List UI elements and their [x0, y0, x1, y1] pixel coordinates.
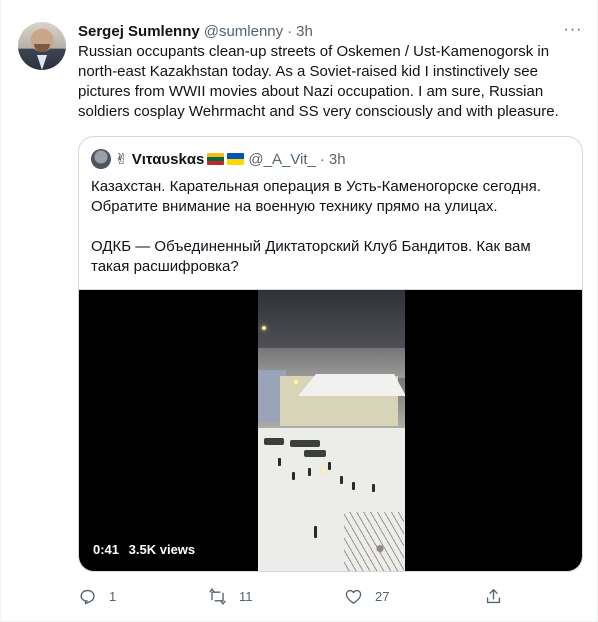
video-street-light [322, 468, 326, 472]
video-frame [258, 290, 405, 571]
retweet-count: 11 [239, 588, 253, 604]
tweet-actions: 1 11 27 [78, 582, 583, 610]
quoted-tweet[interactable]: ✌ Vιταυskαs @_A_Vit_ · 3h Казахстан. Кар… [78, 136, 583, 572]
video-street-light [294, 380, 298, 384]
video-military-vehicle [304, 450, 326, 457]
header-separator: · [287, 22, 293, 40]
author-handle[interactable]: @sumlenny [204, 23, 283, 40]
quoted-paragraph-2: ОДКБ — Объединенный Диктаторский Клуб Ба… [91, 238, 531, 275]
tweet-header: Sergej Sumlenny @sumlenny · 3h [78, 21, 313, 41]
video-views: 3.5K views [128, 542, 196, 557]
avatar-collar [37, 55, 47, 70]
reply-count: 1 [109, 588, 117, 604]
lithuania-flag-icon [207, 153, 225, 165]
video-military-vehicle [264, 438, 284, 445]
tweet-text: Russian occupants clean-up streets of Os… [78, 43, 559, 120]
quoted-tweet-time[interactable]: 3h [329, 151, 346, 168]
video-person [328, 462, 331, 470]
retweet-button[interactable]: 11 [208, 582, 253, 610]
quoted-author-name[interactable]: ✌ Vιταυskαs [115, 150, 204, 168]
video-sky [258, 290, 405, 350]
video-meta: 0:41 3.5K views [93, 542, 195, 557]
author-name[interactable]: Sergej Sumlenny [78, 23, 200, 40]
video-person [352, 482, 355, 490]
more-options-icon[interactable]: ··· [561, 20, 585, 40]
video-street-light [262, 326, 266, 330]
video-person [278, 458, 281, 466]
quoted-author-name-text: Vιταυskαs [131, 151, 205, 168]
video-person [372, 484, 375, 492]
like-count: 27 [375, 588, 390, 604]
reply-icon [80, 589, 95, 604]
ukraine-flag-icon [227, 153, 245, 165]
video-tree [344, 512, 404, 571]
like-button[interactable]: 27 [344, 582, 389, 610]
video-person [292, 472, 295, 480]
quoted-author-avatar[interactable] [91, 149, 111, 169]
avatar-beard [34, 44, 50, 52]
video-military-vehicle [290, 440, 320, 447]
quoted-author-handle[interactable]: @_A_Vit_ [248, 151, 316, 168]
author-avatar[interactable] [18, 22, 66, 70]
tweet-card[interactable]: Sergej Sumlenny @sumlenny · 3h ··· Russi… [0, 0, 598, 622]
tweet-time[interactable]: 3h [296, 23, 313, 40]
quoted-header-separator: · [319, 150, 325, 168]
video-person [308, 468, 311, 476]
quoted-tweet-text: Казахстан. Карательная операция в Усть-К… [91, 177, 571, 277]
quoted-paragraph-1: Казахстан. Карательная операция в Усть-К… [91, 178, 541, 215]
share-button[interactable] [484, 582, 503, 610]
retweet-icon [209, 587, 226, 605]
quoted-tweet-header: ✌ Vιταυskαs @_A_Vit_ · 3h [91, 149, 346, 169]
video-duration: 0:41 [93, 542, 120, 557]
video-person [314, 526, 317, 538]
video-person [340, 476, 343, 484]
reply-button[interactable]: 1 [78, 582, 116, 610]
share-icon [486, 588, 501, 603]
video-player[interactable]: 0:41 3.5K views [79, 289, 582, 571]
quoted-author-emoji: ✌ [115, 151, 128, 168]
heart-icon [345, 589, 362, 604]
